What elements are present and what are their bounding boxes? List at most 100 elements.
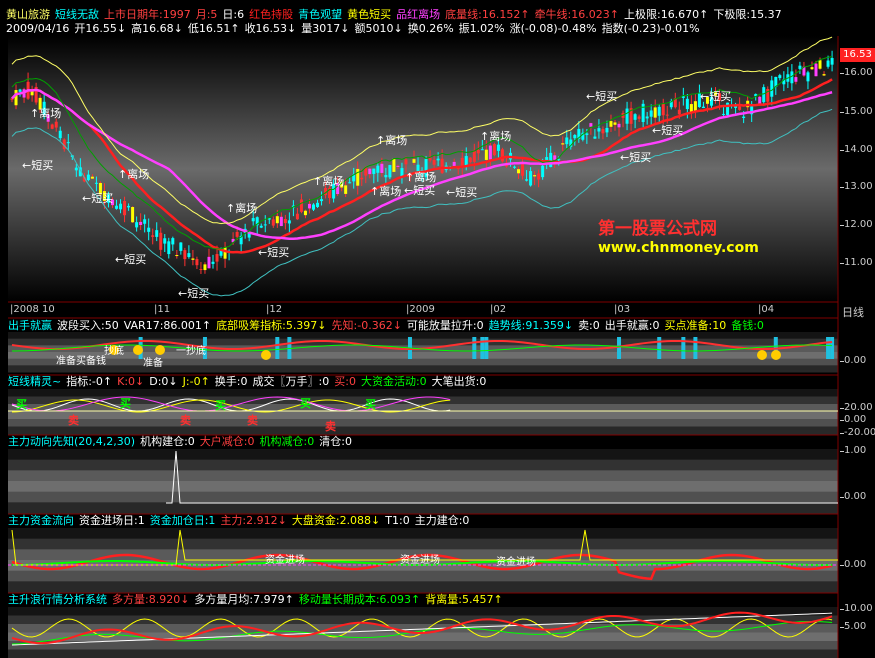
candle-body xyxy=(207,256,211,269)
candle-body xyxy=(653,107,657,118)
candle-body xyxy=(74,167,78,171)
panel-1-bar xyxy=(657,337,662,359)
candle-body xyxy=(830,58,834,65)
candle-body xyxy=(613,122,617,125)
panel-1-title-item-1: 波段买入:50 xyxy=(57,319,119,332)
candle-body xyxy=(641,103,645,123)
panel-5-title-item-3: 移动量长期成本:6.093↑ xyxy=(298,593,421,606)
candle-body xyxy=(271,219,275,226)
axis-label: 14.00 xyxy=(844,144,873,155)
candle-body xyxy=(685,98,689,110)
panel-2-title-item-4: J:-0↑ xyxy=(182,375,210,388)
date-axis-label: |12 xyxy=(266,304,283,315)
candle-body xyxy=(649,110,653,117)
candle-body xyxy=(565,137,569,145)
panel-3-title-item-3: 机构减仓:0 xyxy=(259,435,315,448)
candle-body xyxy=(66,142,70,144)
panel-4-band xyxy=(8,528,838,540)
candle-body xyxy=(312,204,315,210)
buy-signal-label: ←短买 xyxy=(652,124,684,137)
candle-body xyxy=(585,133,589,135)
candle-body xyxy=(139,221,143,225)
candle-body xyxy=(541,165,545,178)
panel-5-title-item-4: 背离量:5.457↑ xyxy=(425,593,503,606)
candle-body xyxy=(14,90,18,106)
buy-signal-label: ←短买 xyxy=(446,186,478,199)
date-axis: |2008 10 |11 |12 |2009 |02 |03 |04 xyxy=(8,304,838,316)
candle-body xyxy=(163,238,167,244)
candle-body xyxy=(384,174,388,178)
candle-body xyxy=(665,114,669,116)
panel-1-band xyxy=(8,352,838,360)
candle-body xyxy=(778,75,782,79)
candle-body xyxy=(171,238,175,245)
axis-label: 11.00 xyxy=(844,257,873,268)
candle-body xyxy=(151,235,155,237)
axis-label: 10.00 xyxy=(844,603,873,614)
axis-label: 0.00 xyxy=(844,491,867,502)
candle-body xyxy=(155,230,159,237)
candle-body xyxy=(368,168,372,175)
axis-label: -20.00 xyxy=(844,427,875,438)
candle-body xyxy=(235,232,239,237)
candle-body xyxy=(54,121,58,128)
panel-4-title-item-0: 主力资金流向 xyxy=(8,514,74,527)
panel-4-band xyxy=(8,538,838,550)
panel-5-title-item-0: 主升浪行情分析系统 xyxy=(8,593,107,606)
candle-body xyxy=(58,130,62,139)
panel-2-title-item-3: D:0↓ xyxy=(149,375,178,388)
smiley-icon xyxy=(261,350,271,360)
candle-body xyxy=(215,254,219,262)
candle-body xyxy=(195,259,199,266)
sell-signal-label: ↑离场 xyxy=(30,107,62,120)
candle-body xyxy=(287,220,291,224)
panel-2-signal-mark: 卖 xyxy=(325,420,336,433)
candle-body xyxy=(701,106,705,108)
sell-signal-label: ↑离场 xyxy=(226,202,258,215)
candle-body xyxy=(356,168,360,186)
watermark-url: www.chnmoney.com xyxy=(598,240,759,256)
candle-body xyxy=(452,161,456,166)
panel-5-band xyxy=(8,649,838,658)
candle-body xyxy=(203,264,207,271)
daily-period-button[interactable]: 日线 xyxy=(842,304,864,320)
panel-3-band xyxy=(8,491,838,503)
panel-1-title-item-2: VAR17:86.001↑ xyxy=(123,319,212,332)
candle-body xyxy=(179,242,183,251)
candle-body xyxy=(344,185,348,194)
axis-label: 15.00 xyxy=(844,106,873,117)
panel-4-signal-label: 资金进场 xyxy=(496,557,536,568)
candle-body xyxy=(360,177,364,180)
panel-2-signal-mark: 卖 xyxy=(68,414,79,427)
smiley-icon xyxy=(757,350,767,360)
candle-body xyxy=(303,210,307,216)
buy-signal-label: ←短买 xyxy=(586,90,618,103)
candle-body xyxy=(722,113,726,115)
sell-signal-label: ↑离场 xyxy=(376,134,408,147)
candle-body xyxy=(191,258,195,260)
date-axis-label: |2009 xyxy=(406,304,435,315)
candle-body xyxy=(637,116,641,119)
panel-4-title-item-2: 资金加仓日:1 xyxy=(149,514,216,527)
buy-signal-label: ←短买 xyxy=(404,184,436,197)
candle-body xyxy=(529,171,533,186)
candle-body xyxy=(589,123,593,127)
candle-body xyxy=(533,175,537,177)
panel-2-title-item-8: 大资金活动:0 xyxy=(360,375,427,388)
buy-signal-label: ←短买 xyxy=(700,90,732,103)
date-axis-label: |2008 10 xyxy=(10,304,55,315)
panel-1-bar xyxy=(617,337,622,359)
panel-4-title-item-3: 主力:2.912↓ xyxy=(220,514,287,527)
panel-1-band xyxy=(8,332,838,340)
candle-body xyxy=(307,203,311,209)
candle-body xyxy=(372,168,376,174)
sell-signal-label: ↑离场 xyxy=(118,168,150,181)
axis-label: 0.00 xyxy=(844,559,867,570)
date-axis-label: |04 xyxy=(758,304,775,315)
candle-body xyxy=(392,158,396,172)
candle-body xyxy=(798,65,802,69)
axis-label: 12.00 xyxy=(844,219,873,230)
panel-1-title-item-8: 出手就赢:0 xyxy=(604,319,660,332)
panel-2-signal-mark: 买 xyxy=(365,398,376,411)
candle-body xyxy=(90,176,94,179)
